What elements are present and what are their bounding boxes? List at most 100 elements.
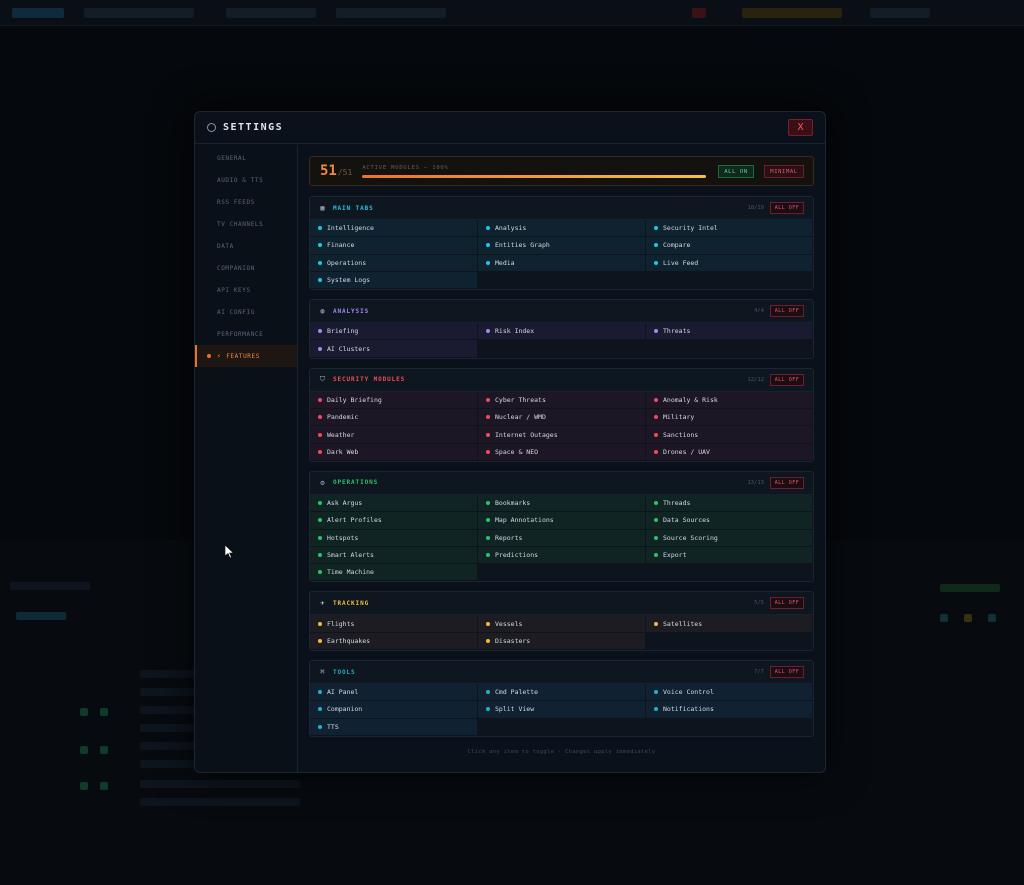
sidebar-item-label: PERFORMANCE xyxy=(217,330,264,338)
empty-cell xyxy=(646,632,813,651)
feature-toggle[interactable]: Data Sources xyxy=(646,512,813,530)
feature-toggle[interactable]: Security Intel xyxy=(646,220,813,238)
all-off-button[interactable]: ALL OFF xyxy=(770,666,804,679)
feature-toggle[interactable]: Vessels xyxy=(478,615,646,633)
feature-toggle[interactable]: Daily Briefing xyxy=(310,391,478,410)
sidebar-item-tv-channels[interactable]: TV CHANNELS xyxy=(195,213,297,235)
feature-toggle[interactable]: Reports xyxy=(478,529,646,547)
feature-toggle[interactable]: Nuclear / WMD xyxy=(478,409,646,427)
status-dot-icon xyxy=(654,518,658,523)
feature-toggle[interactable]: Risk Index xyxy=(478,323,646,341)
command-icon: ⌘ xyxy=(320,668,325,677)
cog-icon: ⚙ xyxy=(320,478,325,487)
feature-toggle[interactable]: AI Clusters xyxy=(310,340,478,358)
feature-toggle[interactable]: Smart Alerts xyxy=(310,546,478,565)
feature-toggle[interactable]: Notifications xyxy=(646,701,813,719)
feature-toggle[interactable]: Time Machine xyxy=(310,564,478,582)
sidebar-item-companion[interactable]: COMPANION xyxy=(195,257,297,279)
group-count: 7/7 xyxy=(754,669,764,676)
feature-toggle[interactable]: Cmd Palette xyxy=(478,684,646,702)
feature-toggle[interactable]: Intelligence xyxy=(310,220,478,238)
feature-label: Threats xyxy=(663,327,691,336)
sidebar-item-api-keys[interactable]: API KEYS xyxy=(195,279,297,301)
sidebar-item-features[interactable]: ⚡ FEATURES xyxy=(195,345,297,367)
feature-toggle[interactable]: Split View xyxy=(478,701,646,719)
feature-toggle[interactable]: Predictions xyxy=(478,546,646,565)
feature-label: Weather xyxy=(327,430,355,439)
status-dot-icon xyxy=(486,243,490,248)
feature-label: Internet Outages xyxy=(495,430,558,439)
feature-toggle[interactable]: Briefing xyxy=(310,323,478,341)
status-dot-icon xyxy=(486,432,490,437)
all-on-button[interactable]: ALL ON xyxy=(718,165,754,178)
feature-toggle[interactable]: Military xyxy=(646,409,813,427)
sidebar-item-data[interactable]: DATA xyxy=(195,235,297,257)
feature-toggle[interactable]: Earthquakes xyxy=(310,632,478,651)
sidebar-item-label: DATA xyxy=(217,242,234,250)
status-dot-icon xyxy=(654,432,658,437)
feature-toggle[interactable]: Hotspots xyxy=(310,529,478,547)
sidebar-item-rss-feeds[interactable]: RSS FEEDS xyxy=(195,191,297,213)
all-off-button[interactable]: ALL OFF xyxy=(770,373,804,386)
feature-toggle[interactable]: Pandemic xyxy=(310,409,478,427)
feature-toggle[interactable]: Voice Control xyxy=(646,684,813,702)
group-title: SECURITY MODULES xyxy=(333,376,406,384)
feature-label: Smart Alerts xyxy=(327,551,374,559)
feature-toggle[interactable]: Dark Web xyxy=(310,443,478,461)
feature-label: Briefing xyxy=(327,327,359,336)
feature-label: Intelligence xyxy=(327,224,374,233)
feature-label: Anomaly & Risk xyxy=(663,395,718,404)
feature-toggle[interactable]: Analysis xyxy=(478,220,646,238)
sidebar-item-performance[interactable]: PERFORMANCE xyxy=(195,323,297,345)
sidebar-item-label: API KEYS xyxy=(217,286,251,294)
sidebar-item-label: AI CONFIG xyxy=(217,308,255,316)
minimal-button[interactable]: MINIMAL xyxy=(764,165,804,178)
feature-toggle[interactable]: Threads xyxy=(646,494,813,513)
feature-toggle[interactable]: Alert Profiles xyxy=(310,512,478,530)
feature-toggle[interactable]: TTS xyxy=(310,718,478,736)
feature-label: Time Machine xyxy=(327,568,374,577)
feature-toggle[interactable]: Operations xyxy=(310,254,478,272)
feature-toggle[interactable]: Threats xyxy=(646,323,813,341)
sidebar-item-audio-tts[interactable]: AUDIO & TTS xyxy=(195,169,297,191)
feature-toggle[interactable]: Export xyxy=(646,546,813,565)
all-off-button[interactable]: ALL OFF xyxy=(770,476,804,489)
sidebar-item-general[interactable]: GENERAL xyxy=(195,147,297,169)
feature-toggle[interactable]: Sanctions xyxy=(646,426,813,444)
feature-toggle[interactable]: Satellites xyxy=(646,615,813,633)
feature-toggle[interactable]: System Logs xyxy=(310,271,478,290)
feature-label: Pandemic xyxy=(327,413,359,422)
feature-toggle[interactable]: Bookmarks xyxy=(478,494,646,513)
all-off-button[interactable]: ALL OFF xyxy=(770,597,804,610)
all-off-button[interactable]: ALL OFF xyxy=(770,305,804,318)
feature-toggle[interactable]: Cyber Threats xyxy=(478,391,646,410)
feature-toggle[interactable]: Map Annotations xyxy=(478,512,646,530)
feature-toggle[interactable]: Flights xyxy=(310,615,478,633)
feature-toggle[interactable]: Internet Outages xyxy=(478,426,646,444)
grid-icon: ▦ xyxy=(320,204,325,212)
feature-toggle[interactable]: Weather xyxy=(310,426,478,444)
feature-label: Satellites xyxy=(663,619,703,628)
sidebar-item-ai-config[interactable]: AI CONFIG xyxy=(195,301,297,323)
feature-toggle[interactable]: Source Scoring xyxy=(646,529,813,547)
settings-sidebar: GENERAL AUDIO & TTS RSS FEEDS TV CHANNELS DA… xyxy=(195,145,298,772)
gear-icon xyxy=(207,123,216,132)
feature-label: Analysis xyxy=(495,224,527,233)
feature-toggle[interactable]: Space & NEO xyxy=(478,443,646,461)
status-dot-icon xyxy=(318,346,322,351)
feature-toggle[interactable]: AI Panel xyxy=(310,684,478,702)
feature-toggle[interactable]: Compare xyxy=(646,237,813,255)
feature-toggle[interactable]: Entities Graph xyxy=(478,237,646,255)
feature-toggle[interactable]: Finance xyxy=(310,237,478,255)
feature-toggle[interactable]: Media xyxy=(478,254,646,272)
feature-toggle[interactable]: Companion xyxy=(310,701,478,719)
feature-toggle[interactable]: Disasters xyxy=(478,632,646,651)
feature-toggle[interactable]: Anomaly & Risk xyxy=(646,391,813,410)
feature-toggle[interactable]: Drones / UAV xyxy=(646,443,813,461)
close-button[interactable]: X xyxy=(788,119,813,136)
feature-toggle[interactable]: Ask Argus xyxy=(310,494,478,513)
status-dot-icon xyxy=(654,501,658,506)
feature-toggle[interactable]: Live Feed xyxy=(646,254,813,272)
feature-group-operations: ⚙ OPERATIONS 13/13 ALL OFF Ask Argus Bookmark… xyxy=(309,470,814,583)
all-off-button[interactable]: ALL OFF xyxy=(770,202,804,214)
